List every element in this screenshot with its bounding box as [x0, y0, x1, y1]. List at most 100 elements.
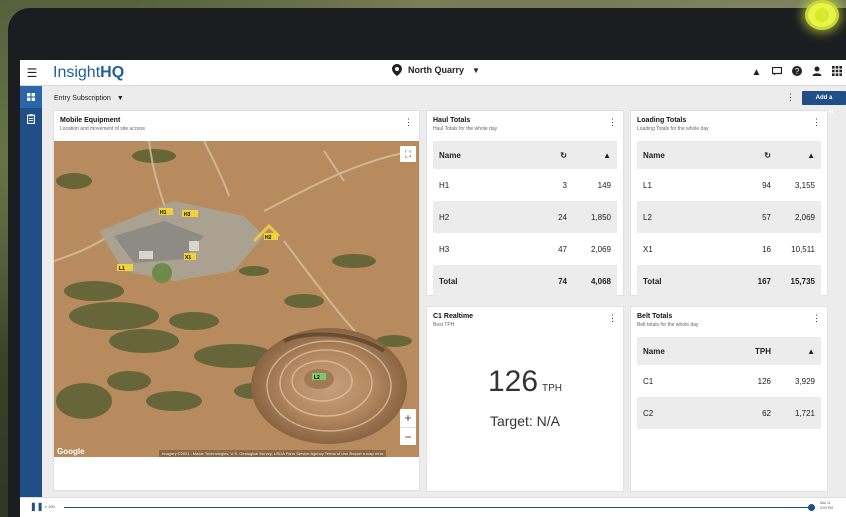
belt-totals-card: Belt Totals Belt totals for the whole da… — [630, 306, 828, 492]
row-tons: 3,929 — [794, 376, 815, 386]
dashboard-icon — [27, 93, 35, 101]
subscription-selector[interactable]: Entry Subscription ▼ — [54, 95, 124, 102]
satellite-map[interactable]: H1 H3 H2 L1 X1 L2 ⛶ + − Google Imagery ©… — [54, 141, 419, 457]
row-tons: 1,721 — [794, 408, 815, 418]
table-row: C2 62 1,721 — [637, 397, 821, 429]
nav-dashboard[interactable] — [20, 86, 42, 108]
svg-text:L2: L2 — [314, 375, 320, 381]
app-logo[interactable]: InsightHQ — [53, 64, 124, 82]
belt-table: Name TPH ▲ C1 126 3,929 C2 62 1,721 — [637, 337, 821, 429]
refresh-icon: ↻ — [764, 150, 771, 160]
column-tph: TPH — [755, 346, 771, 356]
site-selector[interactable]: North Quarry ▼ — [392, 64, 480, 76]
playback-speed[interactable]: x 100 — [45, 504, 55, 509]
table-row: H3 47 2,069 — [433, 233, 617, 265]
row-name: L1 — [643, 180, 652, 190]
side-nav — [20, 86, 42, 497]
marker-h3[interactable]: H3 — [182, 210, 198, 218]
haul-table: Name ↻ ▲ H1 3 149 H2 24 1,850 H3 47 2,06… — [433, 141, 617, 297]
chat-icon[interactable] — [771, 66, 782, 79]
pause-icon[interactable]: ❚❚ — [30, 502, 43, 511]
map-imagery: H1 H3 H2 L1 X1 L2 — [54, 141, 419, 457]
playback-bar: ❚❚ x 100 Mar 11 3:03 PM — [20, 497, 846, 517]
svg-text:H3: H3 — [184, 212, 191, 218]
marker-x1[interactable]: X1 — [184, 253, 196, 261]
card-subtitle: Loading Totals for the whole day — [637, 126, 709, 132]
table-row: X1 16 10,511 — [637, 233, 821, 265]
app-screen: ☰ InsightHQ North Quarry ▼ ▲ ? Entry Sub… — [20, 60, 846, 517]
marker-l2[interactable]: L2 — [312, 373, 326, 381]
row-loads: 47 — [558, 244, 567, 254]
add-widget-button[interactable]: Add a widget — [802, 91, 846, 115]
help-icon[interactable]: ? — [791, 66, 802, 79]
clipboard-icon — [27, 114, 35, 124]
table-header: Name TPH ▲ — [637, 337, 821, 365]
svg-text:H2: H2 — [265, 235, 272, 241]
total-tons: 4,068 — [590, 276, 611, 286]
map-attribution[interactable]: Imagery ©2021 , Maxar Technologies, U.S.… — [159, 450, 387, 457]
map-pin-icon — [392, 64, 402, 76]
marker-l1[interactable]: L1 — [117, 264, 133, 272]
card-subtitle: Location and movement of site access — [60, 126, 146, 132]
row-loads: 16 — [762, 244, 771, 254]
c1-realtime-card: C1 Realtime Best TPH ⋮ 126 TPH Target: N/… — [426, 306, 624, 492]
nav-reports[interactable] — [20, 108, 42, 130]
card-title: Haul Totals — [433, 117, 471, 124]
row-loads: 57 — [762, 212, 771, 222]
site-name: North Quarry — [408, 65, 465, 75]
column-name: Name — [643, 150, 665, 160]
timeline-handle[interactable] — [808, 504, 815, 511]
table-row: L1 94 3,155 — [637, 169, 821, 201]
row-loads: 3 — [562, 180, 567, 190]
bell-icon[interactable]: ▲ — [751, 67, 762, 78]
table-header: Name ↻ ▲ — [637, 141, 821, 169]
zoom-in-button[interactable]: + — [400, 409, 416, 427]
table-row: H2 24 1,850 — [433, 201, 617, 233]
row-tons: 10,511 — [791, 244, 815, 254]
column-name: Name — [643, 346, 665, 356]
row-tph: 126 — [757, 376, 771, 386]
row-loads: 94 — [762, 180, 771, 190]
loading-totals-card: Loading Totals Loading Totals for the wh… — [630, 110, 828, 297]
stockpile-icon: ▲ — [807, 150, 815, 160]
refresh-icon: ↻ — [560, 150, 567, 160]
chevron-down-icon: ▼ — [116, 94, 124, 102]
row-tons: 149 — [597, 180, 611, 190]
more-options-icon[interactable]: ⋮ — [812, 313, 821, 324]
marker-h2[interactable]: H2 — [264, 233, 278, 241]
hamburger-icon[interactable]: ☰ — [20, 66, 44, 80]
timeline-track[interactable] — [64, 507, 810, 508]
playback-time: 3:03 PM — [820, 506, 834, 510]
fullscreen-icon[interactable]: ⛶ — [400, 146, 416, 162]
more-options-icon[interactable]: ⋮ — [812, 117, 821, 128]
marker-h1[interactable]: H1 — [159, 208, 173, 216]
sub-header: Entry Subscription▼ ⋮ Add a widget — [42, 86, 846, 115]
row-tons: 2,069 — [590, 244, 611, 254]
row-tons: 2,069 — [794, 212, 815, 222]
row-name: H3 — [439, 244, 450, 254]
table-header: Name ↻ ▲ — [433, 141, 617, 169]
card-subtitle: Haul Totals for the whole day — [433, 126, 498, 132]
more-options-icon[interactable]: ⋮ — [786, 92, 795, 103]
row-loads: 24 — [558, 212, 567, 222]
total-loads: 167 — [757, 276, 771, 286]
total-tons: 15,735 — [790, 276, 815, 286]
playback-datetime: Mar 11 3:03 PM — [820, 501, 833, 511]
zoom-out-button[interactable]: − — [400, 427, 416, 445]
card-title: C1 Realtime — [433, 313, 474, 320]
more-options-icon[interactable]: ⋮ — [404, 117, 413, 128]
top-icons: ▲ ? — [751, 66, 842, 79]
grid-icon[interactable] — [831, 66, 842, 79]
table-total-row: Total 74 4,068 — [433, 265, 617, 297]
loading-table: Name ↻ ▲ L1 94 3,155 L2 57 2,069 X1 16 1… — [637, 141, 821, 297]
row-tph: 62 — [762, 408, 771, 418]
google-logo: Google — [57, 447, 85, 456]
svg-text:X1: X1 — [185, 255, 191, 261]
target-label: Target: N/A — [489, 413, 561, 429]
user-icon[interactable] — [811, 66, 822, 79]
table-row: C1 126 3,929 — [637, 365, 821, 397]
more-options-icon[interactable]: ⋮ — [608, 313, 617, 324]
total-loads: 74 — [558, 276, 567, 286]
more-options-icon[interactable]: ⋮ — [608, 117, 617, 128]
row-name: C2 — [643, 408, 654, 418]
